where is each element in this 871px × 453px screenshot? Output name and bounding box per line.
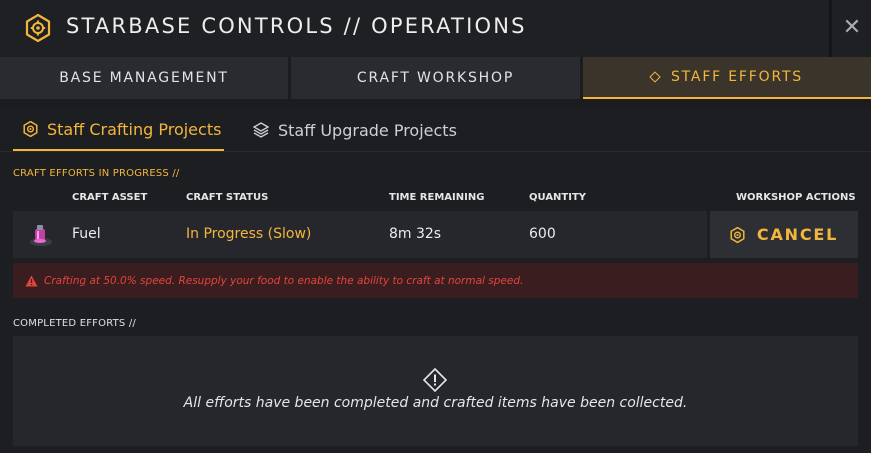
tab-craft-workshop[interactable]: CRAFT WORKSHOP bbox=[291, 57, 580, 99]
craft-status: In Progress (Slow) bbox=[186, 226, 312, 242]
title-bar: STARBASE CONTROLS // OPERATIONS ✕ bbox=[0, 0, 871, 57]
subtab-label: Staff Upgrade Projects bbox=[278, 120, 457, 140]
cancel-label: CANCEL bbox=[756, 225, 839, 244]
starbase-gear-icon bbox=[25, 14, 51, 42]
completed-empty-state: All efforts have been completed and craf… bbox=[13, 336, 858, 446]
diamond-icon bbox=[649, 71, 661, 83]
col-craft-status: CRAFT STATUS bbox=[186, 192, 269, 203]
tab-staff-efforts[interactable]: STAFF EFFORTS bbox=[583, 57, 871, 99]
close-icon: ✕ bbox=[842, 15, 862, 40]
subtab-staff-crafting[interactable]: Staff Crafting Projects bbox=[13, 109, 224, 151]
empty-state-text: All efforts have been completed and craf… bbox=[183, 395, 688, 411]
in-progress-label: CRAFT EFFORTS IN PROGRESS // bbox=[13, 168, 180, 179]
completed-label: COMPLETED EFFORTS // bbox=[13, 318, 136, 329]
tab-label: BASE MANAGEMENT bbox=[59, 70, 229, 86]
col-time-remaining: TIME REMAINING bbox=[389, 192, 485, 203]
sub-tabs: Staff Crafting Projects Staff Upgrade Pr… bbox=[0, 109, 871, 152]
warning-triangle-icon bbox=[25, 275, 38, 286]
tab-label: STAFF EFFORTS bbox=[670, 69, 803, 85]
table-row: Fuel In Progress (Slow) 8m 32s 600 bbox=[13, 211, 707, 258]
tab-label: CRAFT WORKSHOP bbox=[356, 70, 515, 86]
gear-icon bbox=[23, 121, 38, 137]
title-divider bbox=[829, 0, 832, 57]
main-tabs: BASE MANAGEMENT CRAFT WORKSHOP STAFF EFF… bbox=[0, 57, 871, 99]
asset-name: Fuel bbox=[72, 226, 101, 242]
cancel-button[interactable]: CANCEL bbox=[710, 211, 858, 258]
quantity: 600 bbox=[529, 226, 556, 242]
gear-icon bbox=[730, 226, 745, 243]
warning-text: Crafting at 50.0% speed. Resupply your f… bbox=[44, 274, 524, 287]
alert-diamond-icon bbox=[423, 368, 447, 392]
col-quantity: QUANTITY bbox=[529, 192, 587, 203]
col-workshop-actions: WORKSHOP ACTIONS bbox=[736, 192, 856, 203]
warning-banner: Crafting at 50.0% speed. Resupply your f… bbox=[13, 263, 858, 298]
layers-icon bbox=[253, 122, 269, 138]
col-craft-asset: CRAFT ASSET bbox=[72, 192, 148, 203]
close-button[interactable]: ✕ bbox=[838, 14, 866, 42]
window-title: STARBASE CONTROLS // OPERATIONS bbox=[66, 14, 527, 38]
subtab-label: Staff Crafting Projects bbox=[47, 119, 222, 139]
tab-base-management[interactable]: BASE MANAGEMENT bbox=[0, 57, 288, 99]
fuel-icon bbox=[30, 225, 52, 246]
time-remaining: 8m 32s bbox=[389, 226, 442, 242]
subtab-staff-upgrade[interactable]: Staff Upgrade Projects bbox=[253, 109, 457, 151]
